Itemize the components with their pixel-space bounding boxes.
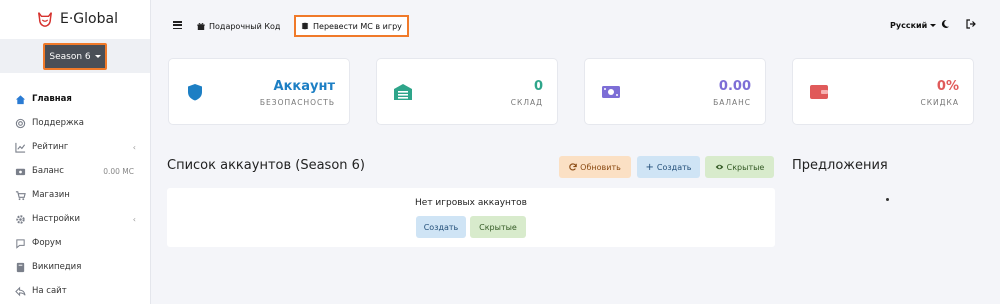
- empty-accounts-text: Нет игровых аккаунтов: [415, 198, 527, 208]
- caret-down-icon: [930, 24, 937, 27]
- sidebar-item-forum[interactable]: Форум: [0, 231, 150, 255]
- book-icon: [14, 261, 26, 273]
- brand-name: E·Global: [60, 11, 118, 27]
- stat-card-warehouse[interactable]: 0 СКЛАД: [376, 58, 558, 125]
- caret-down-icon: [94, 55, 101, 58]
- chart-icon: [14, 141, 26, 153]
- warehouse-icon: [394, 84, 412, 100]
- sidebar-item-rating[interactable]: Рейтинг ‹: [0, 135, 150, 159]
- sidebar: E·Global Season 6 Главная Поддержка Рейт…: [0, 0, 151, 304]
- sidebar-item-label: Магазин: [32, 190, 70, 200]
- refresh-button[interactable]: Обновить: [559, 156, 631, 178]
- logout-icon[interactable]: [966, 19, 976, 29]
- sidebar-item-shop[interactable]: Магазин: [0, 183, 150, 207]
- offers-title: Предложения: [792, 158, 888, 173]
- sidebar-item-home[interactable]: Главная: [0, 87, 150, 111]
- chevron-left-icon: ‹: [132, 142, 136, 152]
- brand-logo[interactable]: E·Global: [36, 10, 118, 28]
- season-label: Season 6: [49, 51, 91, 62]
- season-select-button[interactable]: Season 6: [43, 43, 107, 70]
- hidden-accounts-button[interactable]: Скрытые: [705, 156, 774, 178]
- language-select[interactable]: Русский: [890, 21, 937, 30]
- moon-icon[interactable]: [940, 19, 950, 29]
- eye-icon: [715, 164, 723, 170]
- transfer-mc-link[interactable]: Перевести МС в игру: [294, 15, 409, 37]
- hamburger-menu-icon[interactable]: [173, 21, 182, 29]
- coins-icon: [301, 22, 309, 30]
- topbar: Подарочный Код Перевести МС в игру Русск…: [151, 0, 1000, 52]
- gift-code-link[interactable]: Подарочный Код: [197, 16, 280, 36]
- money-icon: [602, 86, 620, 98]
- plus-icon: +: [645, 161, 654, 173]
- shield-icon: [188, 84, 202, 101]
- sidebar-item-label: Форум: [32, 238, 62, 248]
- wallet-icon: [14, 165, 26, 177]
- support-icon: [14, 117, 26, 129]
- transfer-mc-label: Перевести МС в игру: [313, 21, 402, 31]
- stat-card-security[interactable]: Аккаунт БЕЗОПАСНОСТЬ: [168, 58, 350, 125]
- panel-create-button[interactable]: Создать: [416, 216, 466, 238]
- balance-value: 0.00 MC: [103, 166, 134, 176]
- sidebar-menu: Главная Поддержка Рейтинг ‹ Баланс 0.00 …: [0, 87, 150, 303]
- home-icon: [14, 93, 26, 105]
- sidebar-item-label: На сайт: [32, 286, 67, 296]
- stat-card-discount[interactable]: 0% СКИДКА: [792, 58, 974, 125]
- stat-value: 0.00: [718, 79, 751, 94]
- reply-icon: [14, 285, 26, 297]
- hidden-label: Скрытые: [726, 162, 765, 172]
- stat-value: Аккаунт: [273, 79, 335, 94]
- loading-dot: [886, 198, 889, 201]
- wallet-icon: [810, 85, 828, 99]
- sidebar-item-wiki[interactable]: Википедия: [0, 255, 150, 279]
- chevron-left-icon: ‹: [132, 214, 136, 224]
- create-account-button[interactable]: + Создать: [637, 156, 700, 178]
- sidebar-item-label: Настройки: [32, 214, 81, 224]
- gift-code-label: Подарочный Код: [209, 21, 281, 31]
- sidebar-item-label: Баланс: [32, 166, 64, 176]
- language-label: Русский: [890, 21, 928, 30]
- sidebar-item-site[interactable]: На сайт: [0, 279, 150, 303]
- refresh-label: Обновить: [580, 162, 621, 172]
- gear-icon: [14, 213, 26, 225]
- panel-hidden-button[interactable]: Скрытые: [470, 216, 526, 238]
- accounts-panel: Нет игровых аккаунтов Создать Скрытые: [167, 188, 775, 247]
- sidebar-item-label: Поддержка: [32, 118, 84, 128]
- stat-label: БАЛАНС: [713, 98, 751, 107]
- stat-value: 0%: [936, 79, 959, 94]
- stat-label: СКИДКА: [920, 98, 959, 107]
- sidebar-item-settings[interactable]: Настройки ‹: [0, 207, 150, 231]
- create-label: Создать: [656, 162, 692, 172]
- stat-label: БЕЗОПАСНОСТЬ: [259, 98, 335, 107]
- sidebar-item-label: Главная: [32, 94, 72, 104]
- sidebar-item-support[interactable]: Поддержка: [0, 111, 150, 135]
- chat-icon: [14, 237, 26, 249]
- stat-value: 0: [533, 79, 543, 94]
- cart-icon: [14, 189, 26, 201]
- accounts-title: Список аккаунтов (Season 6): [167, 158, 365, 173]
- sidebar-item-label: Википедия: [32, 262, 82, 272]
- gift-icon: [197, 22, 205, 30]
- sidebar-item-balance[interactable]: Баланс 0.00 MC: [0, 159, 150, 183]
- sidebar-item-label: Рейтинг: [32, 142, 69, 152]
- stat-label: СКЛАД: [510, 98, 543, 107]
- devil-logo-icon: [37, 12, 53, 27]
- refresh-icon: [569, 163, 577, 171]
- stat-card-balance[interactable]: 0.00 БАЛАНС: [584, 58, 766, 125]
